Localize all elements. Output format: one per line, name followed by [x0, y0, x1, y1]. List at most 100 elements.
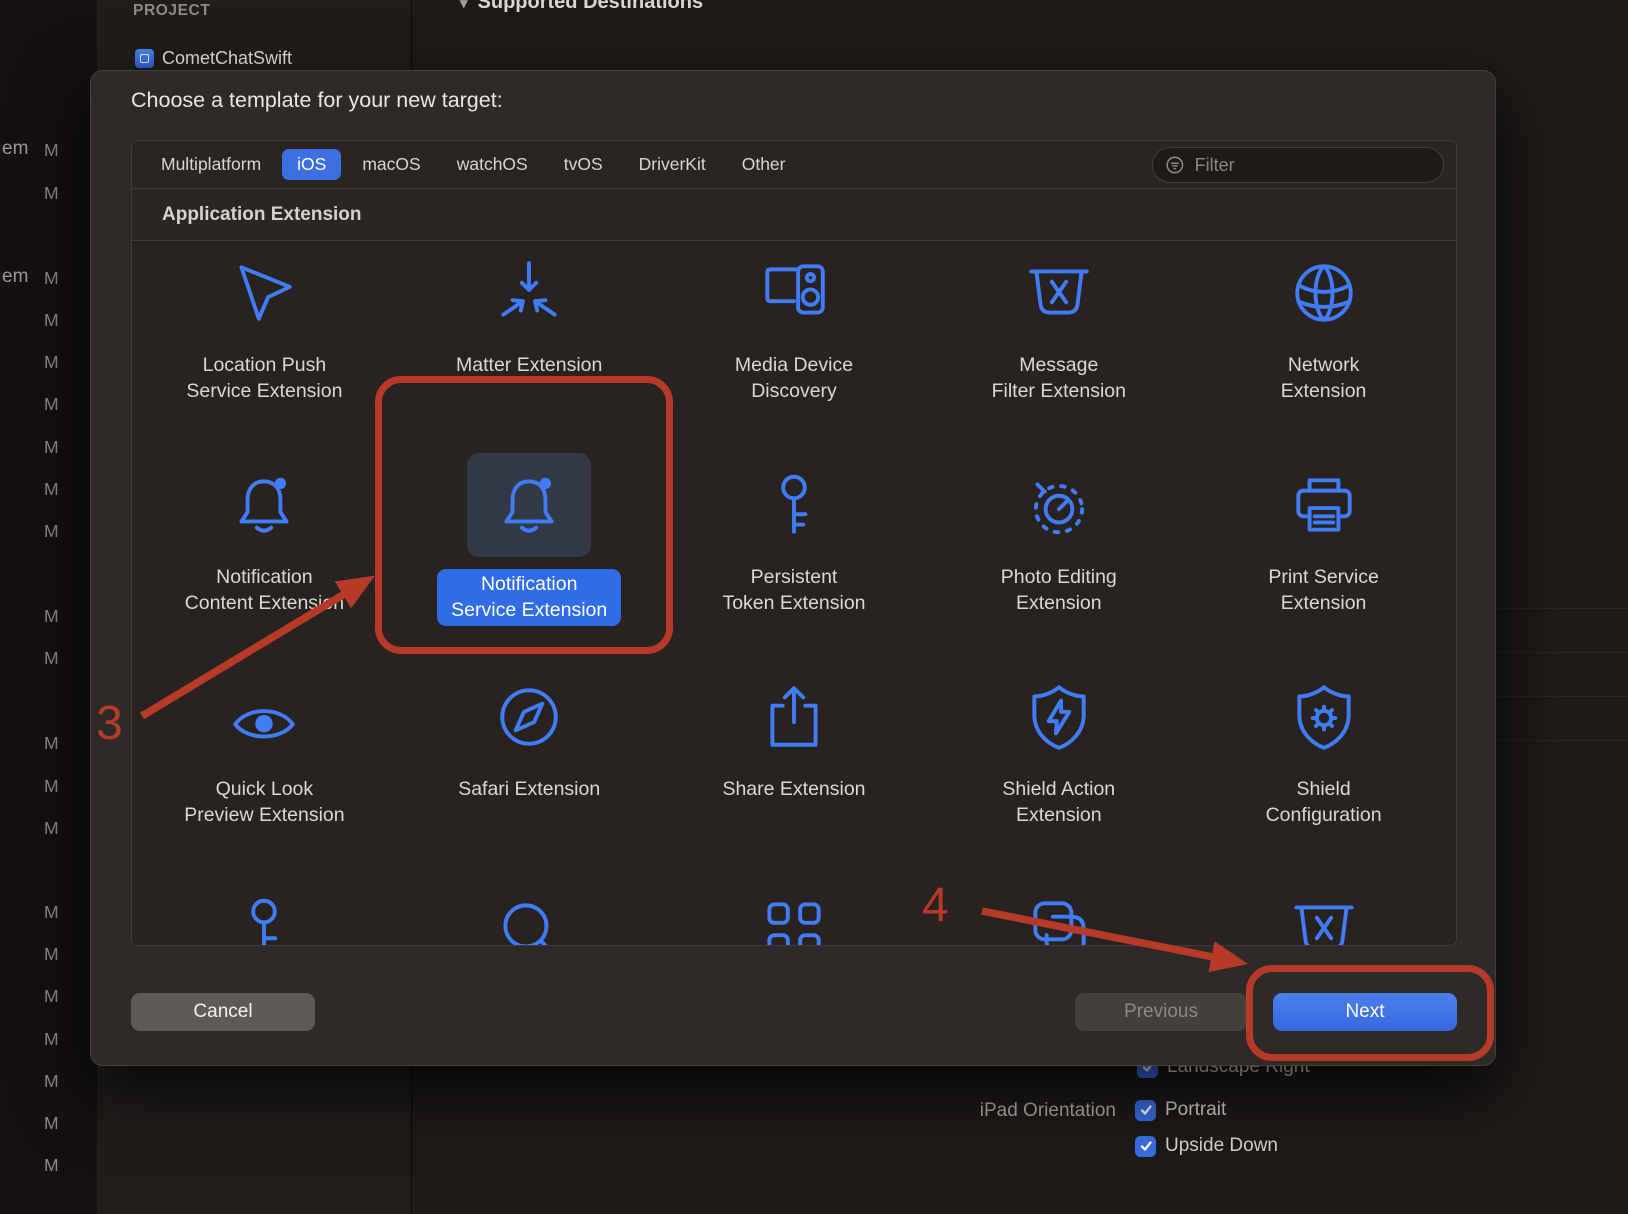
printer-icon	[1262, 453, 1386, 557]
key-icon	[202, 877, 326, 945]
template-item[interactable]: Message Filter Extension	[926, 241, 1191, 453]
template-label: Shield Configuration	[1265, 778, 1382, 826]
template-item[interactable]: Print Service Extension	[1191, 453, 1456, 665]
tab-ios[interactable]: iOS	[282, 149, 342, 180]
shield-gear-icon	[1262, 665, 1386, 769]
checkbox-label: Upside Down	[1165, 1135, 1278, 1156]
modified-file-badge: M	[44, 1113, 59, 1133]
globe-icon	[1262, 241, 1386, 345]
next-button[interactable]: Next	[1273, 993, 1457, 1031]
modified-file-badge: M	[44, 818, 59, 838]
modified-file-badge: M	[44, 1029, 59, 1049]
dialog-title: Choose a template for your new target:	[131, 88, 503, 112]
template-label: Quick Look Preview Extension	[184, 778, 345, 826]
project-section-label: PROJECT	[133, 2, 211, 19]
share-icon	[732, 665, 856, 769]
filter-icon	[1166, 156, 1184, 174]
template-item[interactable]	[926, 877, 1191, 945]
modified-file-badge: M	[44, 521, 59, 541]
tab-driverkit[interactable]: DriverKit	[624, 149, 721, 180]
project-name: CometChatSwift	[162, 48, 293, 68]
upside-down-row: Upside Down	[1135, 1135, 1278, 1157]
checkbox-upside-down[interactable]	[1135, 1135, 1156, 1157]
template-item[interactable]	[662, 877, 927, 945]
supported-destinations-label: Supported Destinations	[477, 0, 704, 13]
template-panel: Multiplatform iOS macOS watchOS tvOS Dri…	[131, 140, 1457, 946]
key-icon	[732, 453, 856, 557]
template-label: Persistent Token Extension	[722, 566, 866, 614]
template-grid: Location Push Service Extension Matter E…	[132, 241, 1456, 945]
modified-file-badge: M	[44, 437, 59, 457]
modified-file-badge: M	[44, 606, 59, 626]
matter-icon	[467, 241, 591, 345]
template-item[interactable]	[132, 877, 397, 945]
section-header: Application Extension	[132, 189, 1456, 241]
chevron-down-icon[interactable]: ▾	[460, 0, 468, 12]
template-item[interactable]: Notification Content Extension	[132, 453, 397, 665]
modified-file-badge: M	[44, 140, 59, 160]
tab-watchos[interactable]: watchOS	[442, 149, 543, 180]
project-row[interactable]: CometChatSwift	[135, 48, 292, 69]
bell-icon	[467, 453, 592, 557]
tab-tvos[interactable]: tvOS	[549, 149, 618, 180]
template-item[interactable]: Location Push Service Extension	[132, 241, 397, 453]
modified-file-badge: M	[44, 776, 59, 796]
modified-file-badge: M	[44, 986, 59, 1006]
template-item[interactable]	[397, 877, 662, 945]
template-item[interactable]: Shield Configuration	[1191, 665, 1456, 877]
media-device-icon	[732, 241, 856, 345]
template-item[interactable]: Media Device Discovery	[662, 241, 927, 453]
tab-macos[interactable]: macOS	[347, 149, 435, 180]
template-item[interactable]: Share Extension	[662, 665, 927, 877]
filter-basket-icon	[997, 241, 1121, 345]
modified-file-badge: M	[44, 1155, 59, 1175]
filename-fragment: em	[2, 138, 29, 159]
modified-file-badge: M	[44, 1071, 59, 1091]
filter-field[interactable]	[1152, 147, 1444, 183]
filter-basket-icon	[1262, 877, 1386, 945]
modified-file-badge: M	[44, 648, 59, 668]
previous-button[interactable]: Previous	[1075, 993, 1247, 1031]
template-item-selected[interactable]: Notification Service Extension	[397, 453, 662, 665]
template-item[interactable]: Network Extension	[1191, 241, 1456, 453]
eye-icon	[202, 665, 326, 769]
cancel-button[interactable]: Cancel	[131, 993, 315, 1031]
app-target-icon	[135, 49, 154, 68]
checkbox-portrait[interactable]	[1135, 1099, 1156, 1121]
new-target-template-dialog: Choose a template for your new target: M…	[90, 70, 1496, 1066]
modified-file-badge: M	[44, 944, 59, 964]
scene-icon	[997, 877, 1121, 945]
bell-icon	[202, 453, 326, 557]
modified-file-badge: M	[44, 479, 59, 499]
table-row-divider	[1497, 740, 1628, 741]
template-item[interactable]: Persistent Token Extension	[662, 453, 927, 665]
table-row-divider	[1497, 608, 1628, 609]
template-item[interactable]: Safari Extension	[397, 665, 662, 877]
table-row-divider	[1497, 696, 1628, 697]
filter-input[interactable]	[1192, 153, 1431, 177]
template-item[interactable]: Quick Look Preview Extension	[132, 665, 397, 877]
template-item[interactable]: Matter Extension	[397, 241, 662, 453]
template-label: Matter Extension	[456, 354, 603, 376]
screen: em em M M M M M M M M M M M M M M M M M …	[0, 0, 1628, 1214]
checkbox-label: Portrait	[1165, 1099, 1227, 1120]
location-push-icon	[202, 241, 326, 345]
app-library-icon	[732, 877, 856, 945]
supported-destinations-header: ▾ Supported Destinations	[460, 0, 703, 14]
table-row-divider	[1497, 652, 1628, 653]
template-label: Media Device Discovery	[734, 354, 854, 402]
ipad-orientation-label: iPad Orientation	[979, 1100, 1116, 1121]
tab-multiplatform[interactable]: Multiplatform	[146, 149, 276, 180]
template-label: Network Extension	[1280, 354, 1367, 402]
template-item[interactable]: Photo Editing Extension	[926, 453, 1191, 665]
modified-file-badge: M	[44, 268, 59, 288]
modified-file-badge: M	[44, 902, 59, 922]
tab-other[interactable]: Other	[727, 149, 801, 180]
template-label: Message Filter Extension	[991, 354, 1126, 402]
shield-bolt-icon	[997, 665, 1121, 769]
dial-icon	[997, 453, 1121, 557]
template-label: Share Extension	[722, 778, 866, 800]
template-item[interactable]: Shield Action Extension	[926, 665, 1191, 877]
template-item[interactable]	[1191, 877, 1456, 945]
section-header-label: Application Extension	[162, 203, 362, 225]
